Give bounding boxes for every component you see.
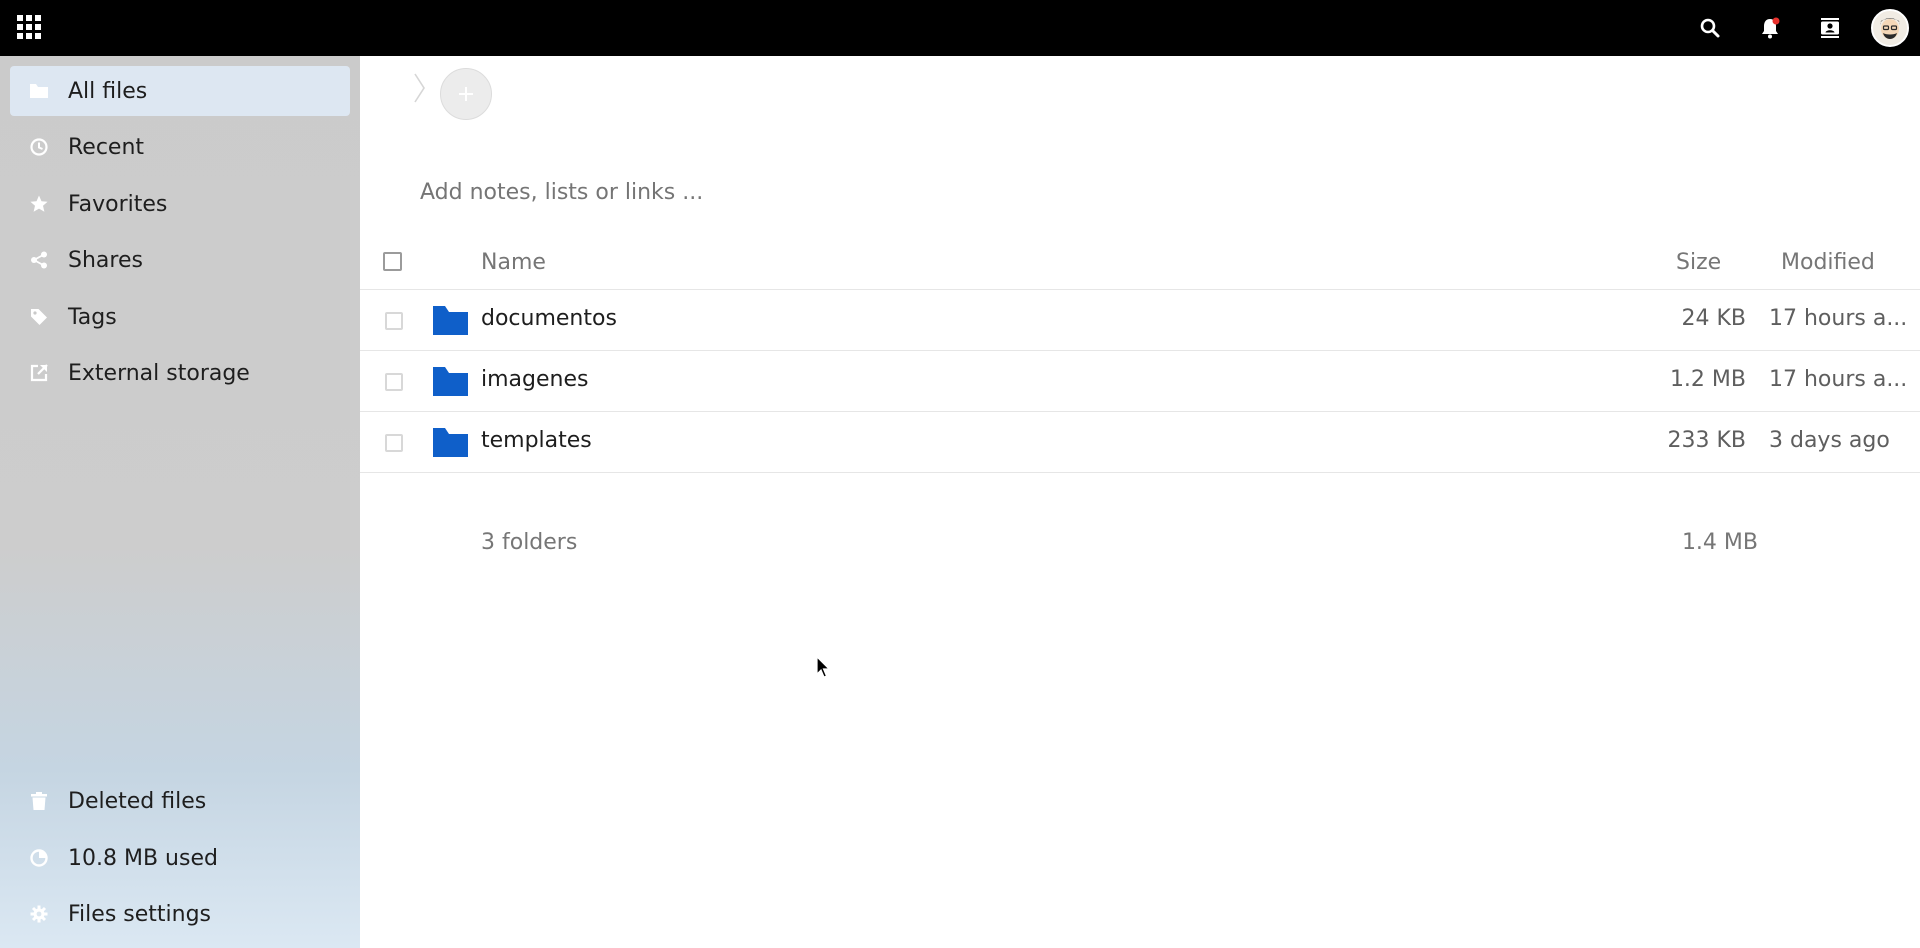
notifications-button[interactable] bbox=[1740, 0, 1800, 56]
search-icon bbox=[1700, 18, 1720, 38]
table-header: Name Size Modified bbox=[360, 236, 1920, 290]
file-size: 233 KB bbox=[1667, 428, 1746, 453]
sidebar-item-external-storage[interactable]: External storage bbox=[10, 348, 350, 398]
app-menu-icon[interactable] bbox=[14, 12, 42, 40]
file-modified: 17 hours a... bbox=[1769, 306, 1908, 331]
sidebar-item-label: Favorites bbox=[68, 191, 168, 217]
folder-icon bbox=[433, 367, 468, 396]
sidebar-item-tags[interactable]: Tags bbox=[10, 292, 350, 342]
sidebar: All files Recent Favorites Shares Tags E… bbox=[0, 56, 360, 948]
sidebar-item-label: Recent bbox=[68, 134, 145, 160]
sidebar-item-shares[interactable]: Shares bbox=[10, 235, 350, 285]
sidebar-item-recent[interactable]: Recent bbox=[10, 122, 350, 172]
search-button[interactable] bbox=[1680, 0, 1740, 56]
user-menu-button[interactable] bbox=[1860, 0, 1920, 56]
summary-total-size: 1.4 MB bbox=[1681, 530, 1758, 555]
sidebar-item-all-files[interactable]: All files bbox=[10, 66, 350, 116]
file-list-view: Name Size Modified documentos 24 KB 17 h… bbox=[360, 56, 1920, 948]
top-header bbox=[0, 0, 1920, 56]
file-size: 24 KB bbox=[1681, 306, 1746, 331]
contacts-icon bbox=[1821, 18, 1839, 38]
select-all-checkbox[interactable] bbox=[383, 252, 402, 271]
sidebar-item-deleted-files[interactable]: Deleted files bbox=[10, 776, 350, 826]
breadcrumb[interactable] bbox=[410, 70, 430, 106]
table-row[interactable]: templates 233 KB 3 days ago bbox=[360, 412, 1920, 473]
table-row[interactable]: documentos 24 KB 17 hours a... bbox=[360, 290, 1920, 351]
file-modified: 3 days ago bbox=[1769, 428, 1890, 453]
gear-icon bbox=[10, 905, 62, 923]
sidebar-item-label: Tags bbox=[68, 304, 117, 330]
avatar bbox=[1871, 9, 1909, 47]
folder-icon bbox=[433, 306, 468, 335]
tag-icon bbox=[10, 308, 62, 326]
row-checkbox[interactable] bbox=[385, 434, 403, 452]
sidebar-item-label: Shares bbox=[68, 247, 143, 273]
pie-chart-icon bbox=[10, 849, 62, 867]
share-icon bbox=[10, 251, 62, 269]
external-link-icon bbox=[10, 364, 62, 382]
column-size-header[interactable]: Size bbox=[1676, 250, 1721, 275]
sidebar-item-quota[interactable]: 10.8 MB used bbox=[10, 833, 350, 883]
sidebar-item-label: Files settings bbox=[68, 901, 211, 927]
summary-count: 3 folders bbox=[481, 530, 578, 555]
file-name[interactable]: imagenes bbox=[481, 367, 588, 392]
contacts-button[interactable] bbox=[1800, 0, 1860, 56]
row-checkbox[interactable] bbox=[385, 373, 403, 391]
file-name[interactable]: documentos bbox=[481, 306, 617, 331]
row-checkbox[interactable] bbox=[385, 312, 403, 330]
sidebar-item-label: External storage bbox=[68, 360, 250, 386]
sidebar-item-favorites[interactable]: Favorites bbox=[10, 179, 350, 229]
column-name-header[interactable]: Name bbox=[481, 250, 546, 275]
column-modified-header[interactable]: Modified bbox=[1781, 250, 1875, 275]
bell-icon bbox=[1762, 17, 1780, 39]
mouse-cursor-icon bbox=[816, 656, 831, 678]
sidebar-item-label: All files bbox=[68, 78, 148, 104]
table-row[interactable]: imagenes 1.2 MB 17 hours a... bbox=[360, 351, 1920, 412]
file-modified: 17 hours a... bbox=[1769, 367, 1908, 392]
star-icon bbox=[10, 195, 62, 213]
file-name[interactable]: templates bbox=[481, 428, 592, 453]
plus-icon bbox=[459, 87, 473, 101]
sidebar-item-files-settings[interactable]: Files settings bbox=[10, 889, 350, 939]
folder-icon bbox=[10, 83, 62, 99]
trash-icon bbox=[10, 792, 62, 810]
folder-icon bbox=[433, 428, 468, 457]
notes-input[interactable] bbox=[420, 172, 1320, 212]
sidebar-item-label: 10.8 MB used bbox=[68, 845, 218, 871]
sidebar-item-label: Deleted files bbox=[68, 788, 207, 814]
clock-icon bbox=[10, 138, 62, 156]
new-button[interactable] bbox=[440, 68, 492, 120]
header-actions bbox=[1680, 0, 1920, 56]
table-summary: 3 folders 1.4 MB bbox=[360, 530, 1920, 570]
file-size: 1.2 MB bbox=[1669, 367, 1746, 392]
